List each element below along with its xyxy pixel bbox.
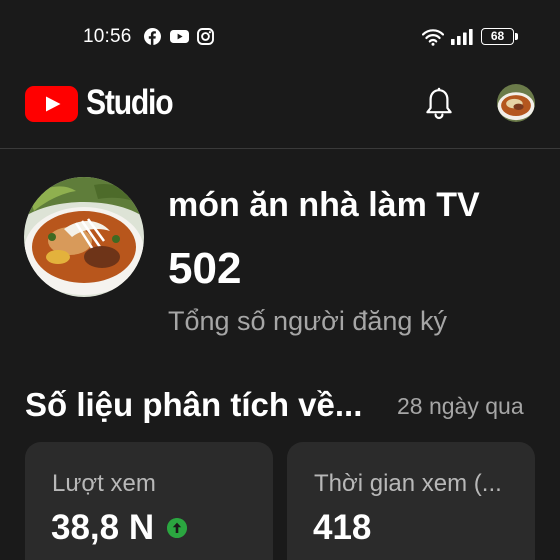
facebook-icon	[144, 28, 161, 45]
youtube-studio-screen: 10:56 68 Studio món ăn nhà làm TV 502 Tổ…	[0, 0, 560, 560]
signal-icon	[451, 29, 473, 45]
watch-time-metric-card[interactable]: Thời gian xem (... 418	[287, 442, 535, 560]
app-title: Studio	[86, 83, 174, 122]
metric-value: 38,8 N	[51, 508, 155, 547]
trend-up-icon	[167, 518, 187, 538]
youtube-logo[interactable]	[25, 86, 78, 122]
views-metric-card[interactable]: Lượt xem 38,8 N	[25, 442, 273, 560]
account-avatar[interactable]	[497, 84, 535, 122]
metric-label: Lượt xem	[52, 470, 156, 497]
noodle-bowl-icon	[24, 177, 144, 297]
status-bar: 10:56 68	[0, 0, 560, 74]
channel-name: món ăn nhà làm TV	[168, 186, 480, 224]
youtube-icon	[170, 30, 189, 43]
channel-avatar[interactable]	[24, 177, 144, 297]
analytics-period: 28 ngày qua	[397, 393, 524, 419]
subscriber-count: 502	[168, 244, 242, 293]
metric-value: 418	[313, 508, 372, 547]
app-header: Studio	[0, 74, 560, 149]
battery-level: 68	[490, 29, 505, 43]
battery-indicator: 68	[481, 28, 514, 45]
battery-terminal	[515, 33, 518, 40]
wifi-icon	[422, 29, 444, 46]
instagram-icon	[197, 28, 214, 45]
status-time: 10:56	[83, 26, 132, 47]
bell-icon[interactable]	[424, 87, 454, 121]
subscriber-label: Tổng số người đăng ký	[168, 306, 447, 336]
metric-label: Thời gian xem (...	[314, 470, 502, 497]
noodle-bowl-icon	[497, 84, 535, 122]
analytics-title[interactable]: Số liệu phân tích về...	[25, 386, 362, 424]
